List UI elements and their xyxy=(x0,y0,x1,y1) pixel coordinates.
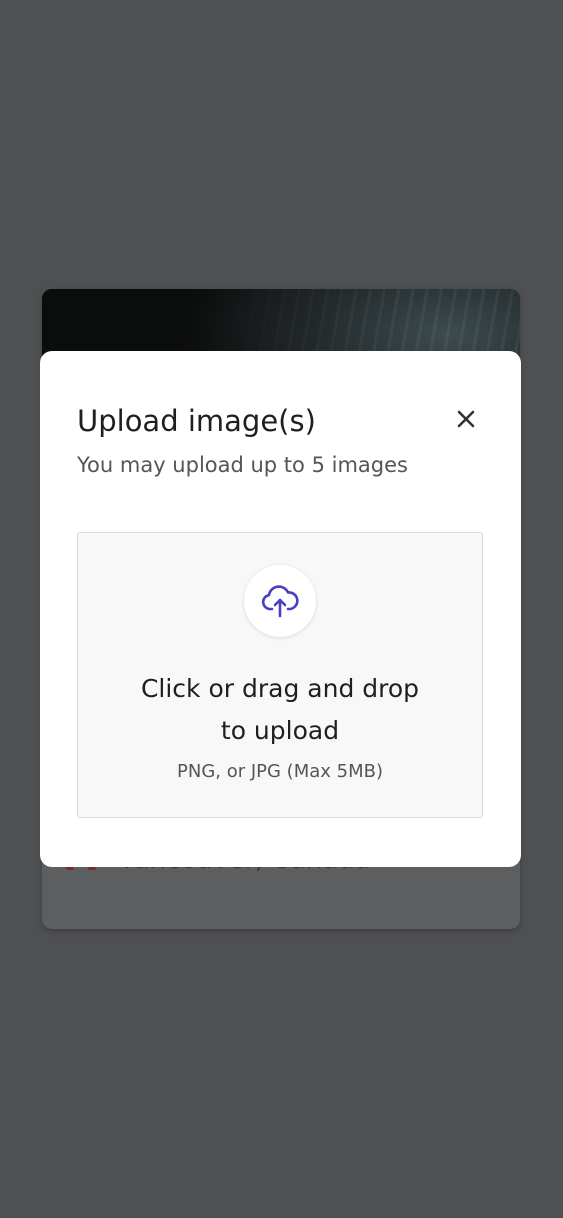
cloud-upload-icon xyxy=(261,585,299,618)
upload-dropzone[interactable]: Click or drag and drop to upload PNG, or… xyxy=(77,532,483,818)
upload-icon-badge xyxy=(244,565,316,637)
close-icon xyxy=(457,410,475,428)
dropzone-title-line1: Click or drag and drop xyxy=(140,674,420,703)
dropzone-title-line2: to upload xyxy=(220,716,340,745)
dropzone-title: Click or drag and drop to upload xyxy=(78,668,482,752)
modal-subtitle: You may upload up to 5 images xyxy=(77,453,408,477)
close-button[interactable] xyxy=(452,405,480,433)
dropzone-hint: PNG, or JPG (Max 5MB) xyxy=(177,761,383,782)
modal-title: Upload image(s) xyxy=(77,404,316,438)
upload-images-modal: Upload image(s) You may upload up to 5 i… xyxy=(40,351,521,867)
